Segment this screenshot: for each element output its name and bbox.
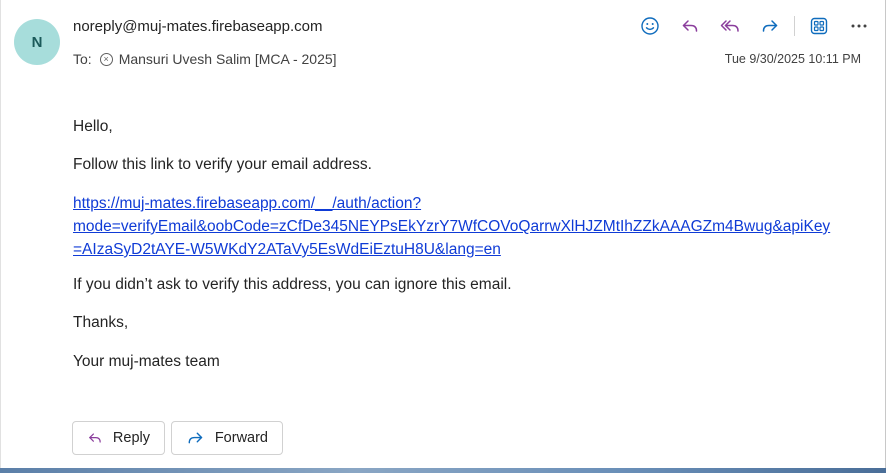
reply-button[interactable]: Reply (72, 421, 165, 455)
instruction-text: Follow this link to verify your email ad… (73, 156, 372, 173)
greeting: Hello, (73, 118, 113, 135)
forward-button[interactable]: Forward (171, 421, 283, 455)
recipient-row: To: × Mansuri Uvesh Salim [MCA - 2025] (73, 51, 337, 67)
link-line-3: =AIzaSyD2tAYE-W5WKdY2ATaVy5EsWdEiEztuH8U… (73, 241, 501, 258)
link-line-2: mode=verifyEmail&oobCode=zCfDe345NEYPsEk… (73, 218, 831, 235)
forward-toolbar-button[interactable] (756, 12, 784, 40)
apps-icon (810, 17, 828, 35)
ignore-note: If you didn’t ask to verify this address… (73, 276, 512, 293)
verification-link-block: https://muj-mates.firebaseapp.com/__/aut… (73, 192, 830, 261)
reply-toolbar-button[interactable] (676, 12, 704, 40)
more-actions-button[interactable] (845, 12, 873, 40)
toolbar-divider (794, 16, 795, 36)
received-date: Tue 9/30/2025 10:11 PM (724, 52, 861, 66)
close-circle-icon: × (99, 52, 113, 66)
forward-button-label: Forward (214, 430, 268, 446)
desktop-background-strip (0, 468, 886, 473)
forward-icon (762, 20, 778, 32)
forward-icon (188, 432, 203, 444)
reply-icon (682, 20, 698, 32)
recipient-name[interactable]: Mansuri Uvesh Salim [MCA - 2025] (119, 51, 337, 67)
emoji-icon (641, 17, 659, 35)
link-line-1: https://muj-mates.firebaseapp.com/__/aut… (73, 195, 422, 212)
reply-button-label: Reply (112, 430, 150, 446)
message-toolbar (636, 12, 885, 40)
signature: Your muj-mates team (73, 353, 220, 370)
avatar-initial: N (31, 33, 43, 51)
sender-avatar[interactable]: N (14, 19, 60, 65)
apps-button[interactable] (805, 12, 833, 40)
reply-all-icon (720, 20, 739, 32)
to-label: To: (73, 51, 92, 67)
thanks-text: Thanks, (73, 314, 129, 331)
verification-link[interactable]: https://muj-mates.firebaseapp.com/__/aut… (73, 195, 830, 258)
reply-all-toolbar-button[interactable] (716, 12, 744, 40)
more-icon (851, 24, 867, 28)
reply-icon (89, 433, 101, 443)
emoji-reaction-button[interactable] (636, 12, 664, 40)
sender-address[interactable]: noreply@muj-mates.firebaseapp.com (73, 18, 323, 35)
